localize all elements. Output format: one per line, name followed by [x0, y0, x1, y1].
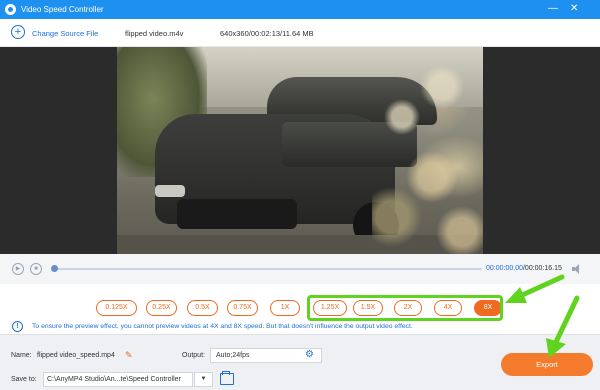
saveto-path-field[interactable]: C:\AnyMP4 Studio\An...te\Speed Controlle…: [43, 372, 193, 387]
output-label: Output:: [182, 352, 205, 359]
speed-button-0125x[interactable]: 0.125X: [96, 300, 137, 316]
video-bokeh-foliage: [372, 57, 483, 254]
stop-icon[interactable]: ■: [30, 263, 42, 275]
play-icon[interactable]: ▶: [12, 263, 24, 275]
info-icon: !: [12, 321, 23, 332]
progress-thumb[interactable]: [51, 265, 58, 272]
app-logo-icon: [5, 4, 16, 15]
progress-track[interactable]: [54, 268, 482, 270]
speed-button-1x[interactable]: 1X: [270, 300, 300, 316]
video-van-grille: [177, 199, 297, 229]
speed-button-05x[interactable]: 0.5X: [187, 300, 218, 316]
close-icon[interactable]: ✕: [570, 3, 578, 15]
video-player: [0, 47, 600, 254]
output-panel: Name: flipped video_speed.mp4 ✎ Output: …: [0, 334, 600, 390]
current-time: 00:00:00.00: [486, 265, 523, 272]
folder-icon[interactable]: [220, 371, 234, 385]
preview-notice: To ensure the preview effect, you cannot…: [32, 323, 413, 330]
total-time: /00:00:16.15: [522, 265, 562, 272]
minimize-icon[interactable]: —: [548, 3, 558, 15]
edit-icon[interactable]: ✎: [125, 350, 133, 361]
name-label: Name:: [11, 352, 32, 359]
file-name: flipped video.m4v: [125, 29, 184, 38]
saveto-label: Save to:: [11, 376, 37, 383]
playback-controls: ▶ ■ 00:00:00.00/00:00:16.15: [0, 254, 600, 284]
video-van-light: [155, 185, 185, 197]
add-icon[interactable]: +: [11, 25, 25, 39]
time-display: 00:00:00.00/00:00:16.15: [486, 265, 562, 272]
change-source-button[interactable]: Change Source File: [32, 29, 98, 38]
speed-button-075x[interactable]: 0.75X: [227, 300, 258, 316]
window-title: Video Speed Controller: [21, 5, 104, 14]
speed-button-025x[interactable]: 0.25X: [146, 300, 177, 316]
title-bar: Video Speed Controller — ✕: [0, 0, 600, 19]
highlight-box: [307, 295, 503, 321]
volume-icon[interactable]: [572, 264, 582, 274]
gear-icon[interactable]: ⚙: [305, 349, 314, 361]
toolbar: + Change Source File flipped video.m4v 6…: [0, 19, 600, 47]
output-name: flipped video_speed.mp4: [37, 352, 115, 359]
chevron-down-icon[interactable]: ▼: [194, 372, 213, 387]
file-info: 640x360/00:02:13/11.64 MB: [220, 29, 314, 38]
export-button[interactable]: Export: [501, 353, 593, 376]
speed-panel: 0.125X 0.25X 0.5X 0.75X 1X 1.25X 1.5X 2X…: [0, 284, 600, 334]
video-preview[interactable]: [117, 47, 483, 254]
